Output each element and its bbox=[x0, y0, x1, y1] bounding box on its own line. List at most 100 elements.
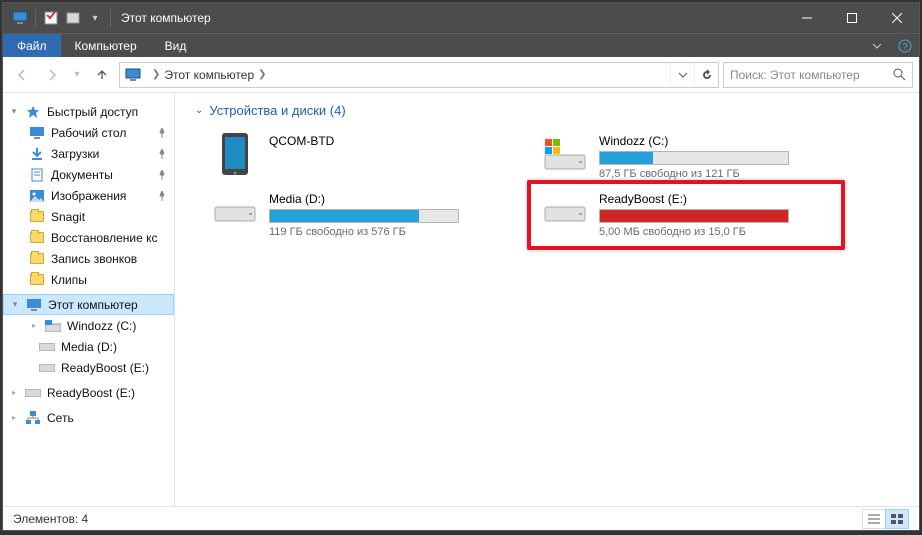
nav-forward-button[interactable] bbox=[39, 62, 65, 88]
search-input[interactable]: Поиск: Этот компьютер bbox=[723, 62, 913, 88]
menu-file[interactable]: Файл bbox=[3, 34, 61, 57]
sidebar-item-folder[interactable]: Восстановление кс bbox=[3, 227, 174, 248]
pin-icon bbox=[154, 188, 170, 204]
nav-back-button[interactable] bbox=[9, 62, 35, 88]
sidebar-network[interactable]: ▸ Сеть bbox=[3, 407, 174, 428]
chevron-right-icon[interactable]: ▸ bbox=[29, 321, 39, 330]
sidebar-quick-access[interactable]: ▾ Быстрый доступ bbox=[3, 101, 174, 122]
breadcrumb[interactable]: Этот компьютер bbox=[164, 68, 254, 82]
sidebar-item-folder[interactable]: Snagit bbox=[3, 206, 174, 227]
sidebar-readyboost-alt[interactable]: ▸ ReadyBoost (E:) bbox=[3, 382, 174, 403]
status-text: Элементов: 4 bbox=[13, 512, 88, 526]
star-icon bbox=[25, 104, 41, 120]
search-placeholder: Поиск: Этот компьютер bbox=[730, 68, 860, 82]
os-drive-icon bbox=[541, 134, 589, 174]
sidebar-item-folder[interactable]: Клипы bbox=[3, 269, 174, 290]
menu-view[interactable]: Вид bbox=[151, 34, 201, 57]
sidebar-item-label: Клипы bbox=[51, 273, 87, 287]
chevron-right-icon[interactable]: ▸ bbox=[9, 388, 19, 397]
section-header[interactable]: ⌄ Устройства и диски (4) bbox=[195, 103, 903, 118]
view-details-button[interactable] bbox=[862, 509, 886, 529]
help-icon[interactable]: ? bbox=[891, 34, 919, 57]
os-drive-icon bbox=[45, 318, 61, 334]
sidebar-item-label: Документы bbox=[51, 168, 113, 182]
window-title: Этот компьютер bbox=[115, 11, 211, 25]
minimize-button[interactable] bbox=[784, 3, 829, 33]
sidebar-drive-d[interactable]: Media (D:) bbox=[3, 336, 174, 357]
device-phone[interactable]: QCOM-BTD bbox=[207, 128, 507, 186]
sidebar-item-label: Этот компьютер bbox=[48, 298, 138, 312]
address-dropdown-button[interactable] bbox=[670, 63, 694, 87]
capacity-text: 87,5 ГБ свободно из 121 ГБ bbox=[599, 168, 833, 180]
sidebar-item-label: Сеть bbox=[47, 411, 74, 425]
maximize-button[interactable] bbox=[829, 3, 874, 33]
drive-icon bbox=[25, 385, 41, 401]
nav-history-dropdown[interactable]: ▾ bbox=[69, 62, 85, 88]
new-folder-qat-icon[interactable] bbox=[62, 7, 84, 29]
sidebar-item-label: Загрузки bbox=[51, 147, 99, 161]
chevron-down-icon[interactable]: ▾ bbox=[9, 106, 19, 117]
this-pc-icon bbox=[26, 297, 42, 313]
sidebar: ▾ Быстрый доступ Рабочий стол Загрузки Д bbox=[3, 93, 175, 506]
sidebar-item-label: ReadyBoost (E:) bbox=[61, 361, 149, 375]
titlebar: ▾ Этот компьютер bbox=[3, 3, 919, 33]
chevron-right-icon[interactable]: ▸ bbox=[9, 413, 19, 422]
search-icon[interactable] bbox=[886, 68, 912, 81]
sidebar-drive-c[interactable]: ▸ Windozz (C:) bbox=[3, 315, 174, 336]
documents-icon bbox=[29, 167, 45, 183]
downloads-icon bbox=[29, 146, 45, 162]
sidebar-item-label: Изображения bbox=[51, 189, 126, 203]
sidebar-item-label: Windozz (C:) bbox=[67, 319, 136, 333]
sidebar-item-folder[interactable]: Запись звонков bbox=[3, 248, 174, 269]
nav-up-button[interactable] bbox=[89, 62, 115, 88]
pin-icon bbox=[154, 167, 170, 183]
drive-name: Windozz (C:) bbox=[599, 134, 833, 148]
desktop-icon bbox=[29, 125, 45, 141]
sidebar-item-documents[interactable]: Документы bbox=[3, 164, 174, 185]
drives-grid: QCOM-BTD Windozz (C:) 87,5 ГБ свободно и… bbox=[207, 128, 903, 244]
close-button[interactable] bbox=[874, 3, 919, 33]
capacity-text: 5,00 МБ свободно из 15,0 ГБ bbox=[599, 226, 833, 238]
drive-e-highlighted[interactable]: ReadyBoost (E:) 5,00 МБ свободно из 15,0… bbox=[537, 186, 837, 244]
chevron-right-icon[interactable]: ❯ bbox=[148, 69, 164, 80]
network-icon bbox=[25, 410, 41, 426]
menu-computer[interactable]: Компьютер bbox=[61, 34, 151, 57]
view-tiles-button[interactable] bbox=[885, 509, 909, 529]
ribbon-expand-icon[interactable] bbox=[863, 34, 891, 57]
statusbar: Элементов: 4 bbox=[3, 506, 919, 530]
address-bar[interactable]: ❯ Этот компьютер ❯ bbox=[119, 62, 719, 88]
sidebar-item-label: Восстановление кс bbox=[51, 231, 158, 245]
refresh-button[interactable] bbox=[694, 63, 718, 87]
folder-icon bbox=[29, 230, 45, 246]
folder-icon bbox=[29, 251, 45, 267]
capacity-bar bbox=[269, 209, 459, 223]
chevron-right-icon[interactable]: ❯ bbox=[254, 69, 270, 80]
explorer-window: ▾ Этот компьютер Файл Компьютер Вид ? ▾ … bbox=[2, 2, 920, 531]
svg-text:?: ? bbox=[902, 42, 908, 53]
chevron-down-icon: ⌄ bbox=[195, 105, 203, 116]
this-pc-qat-icon[interactable] bbox=[9, 7, 31, 29]
drive-name: Media (D:) bbox=[269, 192, 503, 206]
drive-d[interactable]: Media (D:) 119 ГБ свободно из 576 ГБ bbox=[207, 186, 507, 244]
pin-icon bbox=[154, 146, 170, 162]
address-row: ▾ ❯ Этот компьютер ❯ Поиск: Этот компьют… bbox=[3, 57, 919, 93]
body: ▾ Быстрый доступ Рабочий стол Загрузки Д bbox=[3, 93, 919, 506]
properties-qat-icon[interactable] bbox=[40, 7, 62, 29]
drive-icon bbox=[39, 339, 55, 355]
sidebar-this-pc[interactable]: ▾ Этот компьютер bbox=[3, 294, 174, 315]
folder-icon bbox=[29, 209, 45, 225]
chevron-down-icon[interactable]: ▾ bbox=[10, 299, 20, 310]
sidebar-item-downloads[interactable]: Загрузки bbox=[3, 143, 174, 164]
capacity-bar bbox=[599, 151, 789, 165]
content-pane: ⌄ Устройства и диски (4) QCOM-BTD bbox=[175, 93, 919, 506]
drive-name: ReadyBoost (E:) bbox=[599, 192, 833, 206]
sidebar-item-pictures[interactable]: Изображения bbox=[3, 185, 174, 206]
drive-c[interactable]: Windozz (C:) 87,5 ГБ свободно из 121 ГБ bbox=[537, 128, 837, 186]
sidebar-drive-e[interactable]: ReadyBoost (E:) bbox=[3, 357, 174, 378]
capacity-bar bbox=[599, 209, 789, 223]
sidebar-item-desktop[interactable]: Рабочий стол bbox=[3, 122, 174, 143]
qat-dropdown-icon[interactable]: ▾ bbox=[84, 7, 106, 29]
menubar: Файл Компьютер Вид ? bbox=[3, 33, 919, 57]
drive-icon bbox=[211, 192, 259, 232]
device-name: QCOM-BTD bbox=[269, 134, 503, 148]
